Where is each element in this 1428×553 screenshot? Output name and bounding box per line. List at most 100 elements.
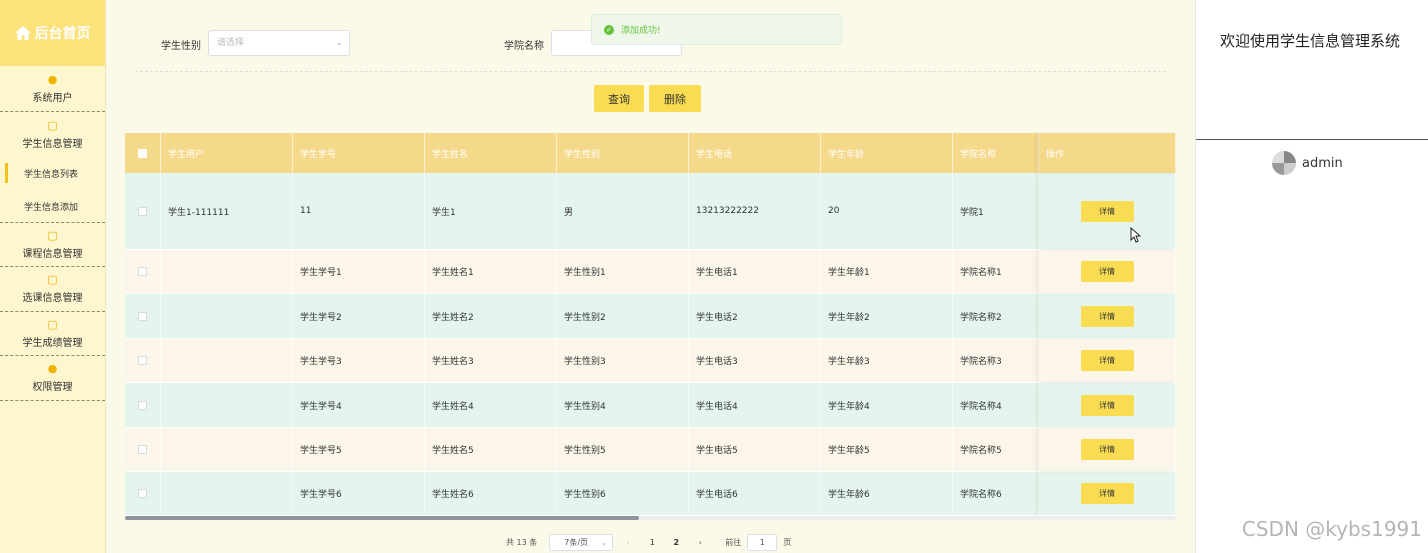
table-cell: 学院名称6: [953, 472, 1039, 515]
watermark: CSDN @kybs1991: [1241, 517, 1422, 541]
avatar: [1272, 151, 1296, 175]
table-row[interactable]: 学生学号3 学生姓名3 学生性别3 学生电话3 学生年龄3 学院名称3 详情: [125, 339, 1176, 383]
select-all-cell[interactable]: [125, 133, 161, 173]
detail-button[interactable]: 详情: [1080, 439, 1134, 460]
row-checkbox[interactable]: [138, 400, 147, 410]
sidebar-subitem-student-list[interactable]: 学生信息列表: [0, 157, 105, 190]
table-cell: 学生1: [425, 173, 557, 249]
query-button[interactable]: 查询: [594, 85, 644, 112]
header-panel: 欢迎使用学生信息管理系统 admin: [1195, 0, 1428, 553]
sidebar-item-label: 学生成绩管理: [22, 337, 83, 349]
toast-message: 添加成功!: [621, 26, 661, 36]
table-row[interactable]: 学生1-111111 11 学生1 男 13213222222 20 学院1 详…: [125, 173, 1176, 250]
row-checkbox[interactable]: [138, 489, 147, 498]
table-cell: 学生学号6: [293, 472, 425, 515]
select-all-checkbox[interactable]: [138, 148, 147, 158]
table-row[interactable]: 学生学号5 学生姓名5 学生性别5 学生电话5 学生年龄5 学院名称5 详情: [125, 428, 1176, 472]
note-icon: ▢: [47, 228, 58, 242]
detail-button[interactable]: 详情: [1080, 305, 1134, 327]
total-count: 共 13 条: [506, 537, 538, 547]
table-row[interactable]: 学生学号1 学生姓名1 学生性别1 学生电话1 学生年龄1 学院名称1 详情: [125, 250, 1176, 294]
page-size-select[interactable]: 7条/页 ⌄: [549, 533, 614, 551]
column-header[interactable]: 学生用户: [161, 133, 293, 173]
column-header[interactable]: 学生姓名: [425, 133, 557, 173]
table-cell: 13213222222: [689, 173, 821, 249]
page-number[interactable]: 1: [643, 534, 661, 551]
page-size-value: 7条/页: [564, 537, 589, 547]
next-page-button[interactable]: ›: [691, 534, 709, 551]
table-cell: 学生姓名3: [425, 339, 557, 382]
chevron-down-icon: ⌄: [600, 537, 608, 547]
sidebar-item-score-info[interactable]: ▢ 学生成绩管理: [0, 312, 105, 356]
goto-page-input[interactable]: 1: [747, 533, 778, 551]
table-cell: 学生性别6: [557, 472, 689, 515]
table-cell: [161, 383, 293, 427]
sidebar-item-label: 系统用户: [32, 92, 73, 104]
column-header[interactable]: 学生学号: [293, 133, 425, 173]
column-header: 操作: [1039, 133, 1176, 173]
sidebar: 后台首页 ● 系统用户 ▢ 学生信息管理 学生信息列表 学生信息添加 ▢ 课程信…: [0, 0, 106, 553]
sidebar-item-system-users[interactable]: ● 系统用户: [0, 66, 105, 112]
table-cell: 学生姓名2: [425, 294, 557, 338]
table-cell: [161, 339, 293, 382]
page-number-current[interactable]: 2: [667, 534, 685, 551]
column-header[interactable]: 学院名称: [953, 133, 1039, 173]
detail-button[interactable]: 详情: [1080, 350, 1134, 371]
table-row[interactable]: 学生学号4 学生姓名4 学生性别4 学生电话4 学生年龄4 学院名称4 详情: [125, 383, 1176, 428]
prev-page-button[interactable]: ‹: [619, 534, 637, 551]
student-table: 学生用户 学生学号 学生姓名 学生性别 学生电话 学生年龄 学院名称 操作 学生…: [125, 133, 1176, 516]
sidebar-item-course-info[interactable]: ▢ 课程信息管理: [0, 223, 105, 267]
table-cell: 学生姓名5: [425, 428, 557, 471]
chevron-down-icon: ⌄: [335, 38, 343, 48]
sidebar-item-student-info[interactable]: ▢ 学生信息管理: [0, 112, 105, 157]
sidebar-subitem-student-add[interactable]: 学生信息添加: [0, 190, 105, 223]
row-checkbox[interactable]: [138, 267, 147, 276]
table-cell: [161, 428, 293, 471]
table-row[interactable]: 学生学号6 学生姓名6 学生性别6 学生电话6 学生年龄6 学院名称6 详情: [125, 472, 1176, 516]
note-icon: ▢: [47, 317, 58, 331]
table-cell: 学生年龄4: [821, 383, 953, 427]
table-cell: 学生电话6: [689, 472, 821, 515]
detail-button[interactable]: 详情: [1080, 483, 1134, 504]
detail-button[interactable]: 详情: [1080, 200, 1134, 222]
table-cell: 学生姓名4: [425, 383, 557, 427]
column-header[interactable]: 学生电话: [689, 133, 821, 173]
table-cell: 学生性别2: [557, 294, 689, 338]
table-cell: 学生电话2: [689, 294, 821, 338]
table-row[interactable]: 学生学号2 学生姓名2 学生性别2 学生电话2 学生年龄2 学院名称2 详情: [125, 294, 1176, 339]
sidebar-item-label: 权限管理: [32, 382, 73, 393]
column-header[interactable]: 学生年龄: [821, 133, 953, 173]
home-icon: [14, 26, 31, 40]
row-checkbox[interactable]: [138, 311, 147, 321]
username: admin: [1302, 155, 1343, 171]
table-cell: 11: [293, 173, 425, 249]
table-cell: 学院名称4: [953, 383, 1039, 427]
sidebar-item-selection-info[interactable]: ▢ 选课信息管理: [0, 267, 105, 312]
gender-select[interactable]: 请选择 ⌄: [208, 30, 350, 56]
sidebar-item-permissions[interactable]: ● 权限管理: [0, 356, 105, 401]
table-cell: 学生性别3: [557, 339, 689, 382]
sidebar-home-link[interactable]: 后台首页: [0, 0, 105, 66]
table-cell: 学生电话3: [689, 339, 821, 382]
table-cell: 男: [557, 173, 689, 249]
detail-button[interactable]: 详情: [1080, 394, 1134, 416]
row-checkbox[interactable]: [138, 356, 147, 365]
home-label: 后台首页: [34, 26, 91, 42]
column-header[interactable]: 学生性别: [557, 133, 689, 173]
table-cell: 学院名称3: [953, 339, 1039, 382]
table-cell: 学院名称5: [953, 428, 1039, 471]
row-checkbox[interactable]: [138, 206, 147, 216]
table-cell: 学生性别5: [557, 428, 689, 471]
goto-suffix: 页: [783, 537, 792, 547]
user-menu[interactable]: admin: [1272, 151, 1343, 175]
sidebar-subitem-label: 学生信息列表: [24, 170, 79, 180]
table-cell: [161, 294, 293, 338]
horizontal-scrollbar[interactable]: [125, 516, 639, 520]
detail-button[interactable]: 详情: [1080, 261, 1134, 282]
row-checkbox[interactable]: [138, 445, 147, 454]
delete-button[interactable]: 删除: [649, 85, 701, 112]
note-icon: ▢: [47, 118, 58, 132]
check-circle-icon: ✓: [604, 24, 614, 35]
goto-prefix: 前往: [725, 537, 742, 547]
sidebar-subitem-label: 学生信息添加: [24, 202, 79, 213]
